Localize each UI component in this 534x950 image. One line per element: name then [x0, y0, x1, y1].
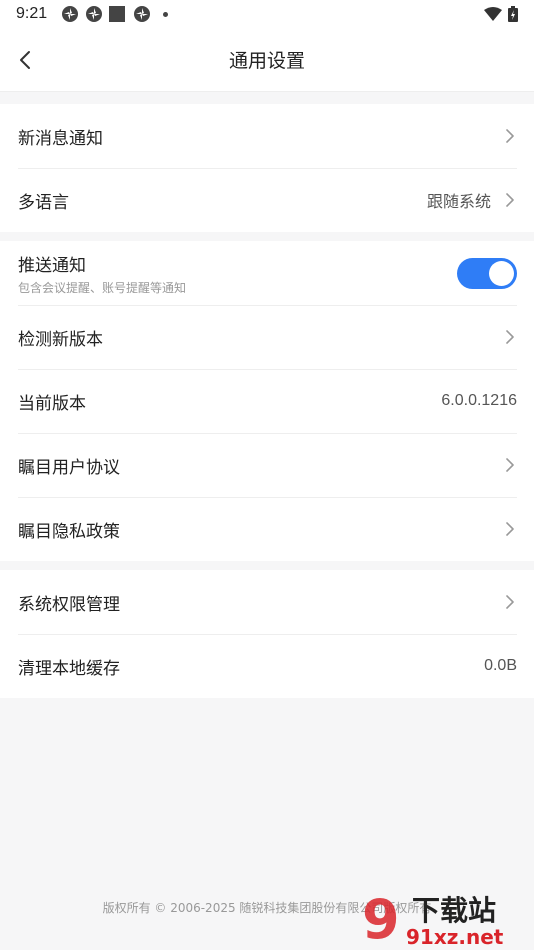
setting-system-permissions[interactable]: 系统权限管理: [0, 570, 534, 634]
setting-label: 瞩目用户协议: [18, 457, 120, 478]
app-icon: [62, 6, 79, 22]
settings-group-general: 推送通知 包含会议提醒、账号提醒等通知 检测新版本 当前版本 6.0.0.121…: [0, 241, 534, 561]
setting-user-agreement[interactable]: 瞩目用户协议: [0, 433, 534, 497]
setting-label: 瞩目隐私政策: [18, 521, 120, 542]
watermark-domain: 91xz.net: [406, 925, 504, 948]
setting-description: 包含会议提醒、账号提醒等通知: [18, 280, 187, 295]
app-icon: [134, 6, 151, 22]
setting-privacy-policy[interactable]: 瞩目隐私政策: [0, 497, 534, 561]
setting-check-update[interactable]: 检测新版本: [0, 305, 534, 369]
header-bar: 通用设置: [0, 28, 534, 92]
chevron-right-icon: [506, 193, 514, 207]
setting-new-message-notification[interactable]: 新消息通知: [0, 104, 534, 168]
chevron-right-icon: [506, 458, 514, 472]
push-notification-toggle[interactable]: [457, 257, 517, 289]
status-bar: 9:21: [0, 0, 534, 28]
setting-label: 系统权限管理: [18, 594, 120, 615]
settings-group-system: 系统权限管理 清理本地缓存 0.0B: [0, 570, 534, 698]
setting-label: 当前版本: [18, 393, 86, 414]
setting-current-version: 当前版本 6.0.0.1216: [0, 369, 534, 433]
watermark-number: 9: [362, 888, 400, 948]
chevron-right-icon: [506, 522, 514, 536]
wifi-icon: [484, 7, 502, 21]
cache-size-value: 0.0B: [484, 657, 517, 674]
chevron-right-icon: [506, 330, 514, 344]
dot-icon: [163, 11, 169, 17]
app-icon: [86, 6, 103, 22]
version-value: 6.0.0.1216: [441, 392, 517, 409]
setting-language[interactable]: 多语言 跟随系统: [0, 168, 534, 232]
setting-push-notification: 推送通知 包含会议提醒、账号提醒等通知: [0, 241, 534, 305]
battery-icon: [508, 6, 518, 22]
setting-clear-cache[interactable]: 清理本地缓存 0.0B: [0, 634, 534, 698]
setting-label: 多语言: [18, 192, 69, 213]
chevron-right-icon: [506, 595, 514, 609]
page-title: 通用设置: [228, 50, 305, 72]
setting-label: 检测新版本: [18, 329, 103, 350]
watermark-brand: 下载站: [412, 894, 496, 927]
status-time: 9:21: [16, 5, 48, 22]
setting-label: 清理本地缓存: [18, 658, 120, 679]
setting-label: 推送通知: [18, 255, 86, 276]
chevron-right-icon: [506, 129, 514, 143]
toggle-knob: [489, 260, 514, 286]
watermark-logo: 9 下载站 91xz.net: [362, 888, 504, 948]
setting-value: 跟随系统: [426, 192, 491, 211]
square-icon: [109, 6, 126, 22]
setting-label: 新消息通知: [18, 128, 103, 149]
settings-group-notifications: 新消息通知 多语言 跟随系统: [0, 104, 534, 232]
